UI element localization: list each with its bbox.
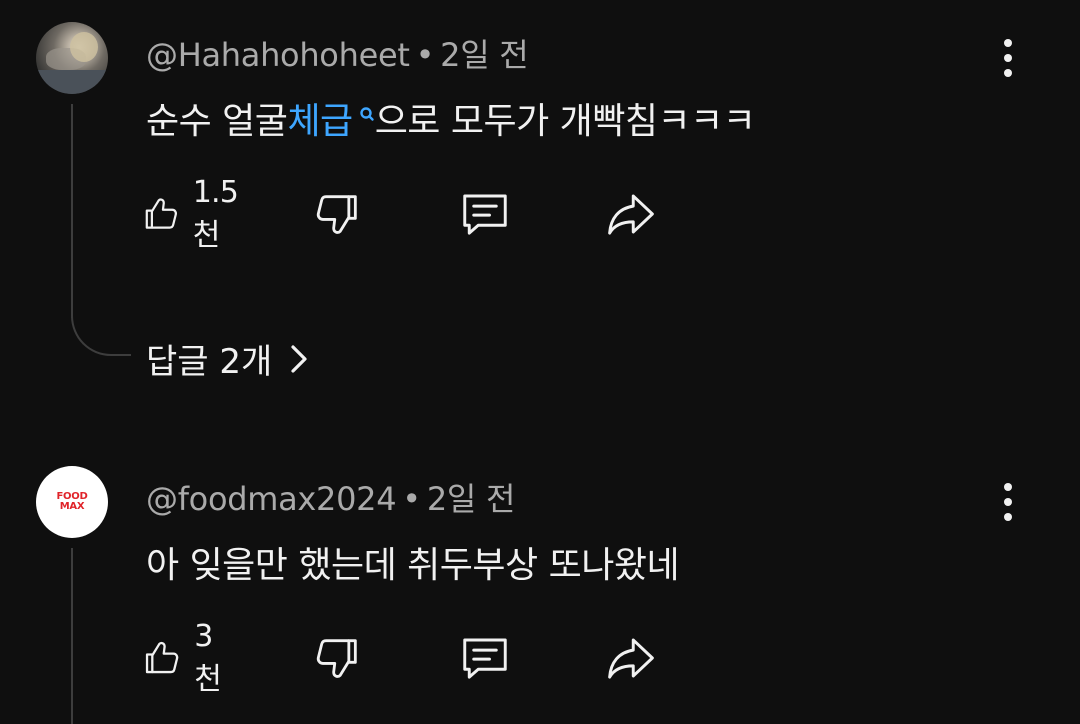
thumbs-down-icon [316, 639, 357, 678]
thread-line [71, 548, 73, 724]
comment-icon [463, 638, 507, 679]
like-count: 3천 [194, 618, 222, 697]
comment-item: FOOD MAX @foodmax2024 • 2일 전 아 잊을만 했는데 취두부… [0, 0, 1080, 724]
dislike-button[interactable] [312, 632, 364, 684]
thumbs-up-icon [145, 641, 179, 674]
comment-author[interactable]: @foodmax2024 [146, 480, 397, 518]
reply-button[interactable] [458, 632, 512, 684]
comment-time[interactable]: 2일 전 [427, 480, 516, 518]
avatar[interactable]: FOOD MAX [36, 466, 108, 538]
comment-meta: @foodmax2024 • 2일 전 [146, 474, 515, 520]
like-button[interactable]: 3천 [140, 619, 231, 697]
comment-text: 아 잊을만 했는데 취두부상 또나왔네 [146, 545, 680, 586]
share-icon [608, 638, 654, 679]
meta-separator: • [402, 480, 421, 518]
share-button[interactable] [604, 632, 658, 684]
more-vertical-icon [1004, 483, 1012, 491]
foodmax-logo: FOOD MAX [56, 491, 88, 512]
more-options-button[interactable] [990, 478, 1026, 526]
